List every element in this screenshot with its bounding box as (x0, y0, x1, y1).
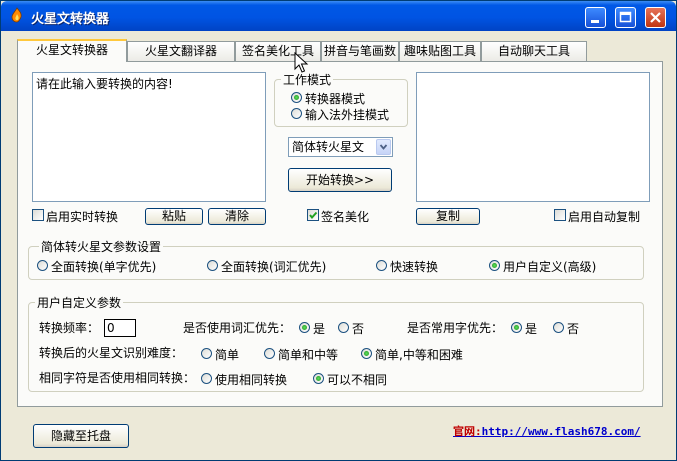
checkmark-icon (309, 211, 318, 220)
website-prefix: 官网: (453, 425, 482, 438)
copy-button[interactable]: 复制 (416, 208, 480, 225)
radio-full-char[interactable] (37, 260, 48, 271)
hide-to-tray-button[interactable]: 隐藏至托盘 (33, 424, 129, 448)
tab-auto-chat[interactable]: 自动聊天工具 (481, 41, 587, 61)
clear-button[interactable]: 清除 (208, 208, 266, 225)
radio-fast-label: 快速转换 (390, 260, 439, 274)
radio-converter-mode[interactable] (291, 92, 302, 103)
radio-difficulty-medium-label: 简单和中等 (278, 348, 339, 362)
mouse-cursor-icon (294, 52, 309, 73)
tab-sticker-tool[interactable]: 趣味贴图工具 (399, 41, 481, 61)
radio-difficulty-hard[interactable] (361, 348, 372, 359)
title-bar[interactable]: 火星文转换器 (1, 1, 676, 31)
radio-ime-mode-label: 输入法外挂模式 (305, 108, 390, 122)
radio-difficulty-hard-label: 简单,中等和困难 (375, 348, 463, 362)
radio-common-yes-label: 是 (525, 322, 538, 336)
close-button[interactable] (645, 7, 666, 28)
radio-common-yes[interactable] (511, 322, 522, 333)
dropdown-arrow-button[interactable] (376, 139, 391, 155)
radio-common-no-label: 否 (567, 322, 580, 336)
realtime-label: 启用实时转换 (46, 210, 119, 224)
custom-params-group: 用户自定义参数 转换频率： 0 是否使用词汇优先： 是 否 是否常用字优先： 是… (28, 294, 644, 392)
radio-full-word-label: 全面转换(词汇优先) (221, 260, 327, 274)
direction-select-value: 简体转火星文 (292, 140, 365, 154)
radio-same-conversion-label: 使用相同转换 (215, 373, 288, 387)
app-window: 火星文转换器 火星文转换器 火星文翻译器 签名美化工具 拼音与笔画数 趣味贴图工… (0, 0, 677, 461)
freq-label: 转换频率： (39, 321, 100, 335)
website-link[interactable]: 官网:http://www.flash678.com/ (453, 423, 641, 439)
autocopy-checkbox[interactable] (554, 209, 566, 221)
radio-vocab-yes[interactable] (299, 322, 310, 333)
app-icon (9, 7, 25, 23)
radio-user-custom[interactable] (489, 260, 500, 271)
input-textarea[interactable]: 请在此输入要转换的内容! (32, 72, 266, 202)
realtime-checkbox[interactable] (32, 209, 44, 221)
close-icon (650, 12, 661, 23)
website-url: http://www.flash678.com/ (481, 425, 641, 438)
maximize-button[interactable] (615, 7, 636, 28)
minimize-button[interactable] (585, 7, 606, 28)
tab-converter[interactable]: 火星文转换器 (17, 39, 127, 62)
radio-full-word[interactable] (207, 260, 218, 271)
param-settings-title: 简体转火星文参数设置 (39, 238, 164, 255)
radio-full-char-label: 全面转换(单字优先) (51, 260, 157, 274)
common-char-label: 是否常用字优先： (407, 321, 504, 335)
minimize-icon (591, 20, 599, 23)
difficulty-label: 转换后的火星文识别难度： (39, 346, 184, 360)
same-char-label: 相同字符是否使用相同转换： (39, 371, 196, 385)
tab-pinyin-strokes[interactable]: 拼音与笔画数 (321, 41, 399, 61)
radio-converter-mode-label: 转换器模式 (305, 92, 366, 106)
radio-different-conversion-label: 可以不相同 (327, 373, 388, 387)
converter-panel: 请在此输入要转换的内容! 工作模式 转换器模式 输入法外挂模式 简体转火星文 开… (17, 61, 663, 407)
autocopy-label: 启用自动复制 (568, 210, 641, 224)
radio-fast[interactable] (376, 260, 387, 271)
vocab-priority-label: 是否使用词汇优先： (183, 321, 292, 335)
radio-vocab-no[interactable] (338, 322, 349, 333)
chevron-down-icon (379, 144, 388, 150)
radio-difficulty-easy-label: 简单 (215, 348, 240, 362)
signature-checkbox[interactable] (307, 209, 319, 221)
radio-user-custom-label: 用户自定义(高级) (503, 260, 597, 274)
work-mode-group: 工作模式 转换器模式 输入法外挂模式 (274, 71, 408, 127)
output-textarea[interactable] (416, 72, 650, 202)
radio-difficulty-medium[interactable] (264, 348, 275, 359)
maximize-icon (619, 11, 632, 23)
radio-common-no[interactable] (553, 322, 564, 333)
param-settings-group: 简体转火星文参数设置 全面转换(单字优先) 全面转换(词汇优先) 快速转换 用户… (28, 238, 644, 280)
radio-vocab-yes-label: 是 (313, 322, 326, 336)
radio-difficulty-easy[interactable] (201, 348, 212, 359)
radio-different-conversion[interactable] (313, 373, 324, 384)
freq-input[interactable]: 0 (104, 319, 136, 337)
radio-vocab-no-label: 否 (352, 322, 365, 336)
start-convert-button[interactable]: 开始转换>> (288, 168, 392, 192)
paste-button[interactable]: 粘贴 (145, 208, 203, 225)
custom-params-title: 用户自定义参数 (35, 294, 124, 311)
signature-label: 签名美化 (321, 210, 370, 224)
radio-ime-mode[interactable] (291, 108, 302, 119)
direction-select[interactable]: 简体转火星文 (288, 137, 393, 157)
tab-translator[interactable]: 火星文翻译器 (127, 41, 235, 61)
window-title: 火星文转换器 (31, 12, 110, 27)
radio-same-conversion[interactable] (201, 373, 212, 384)
